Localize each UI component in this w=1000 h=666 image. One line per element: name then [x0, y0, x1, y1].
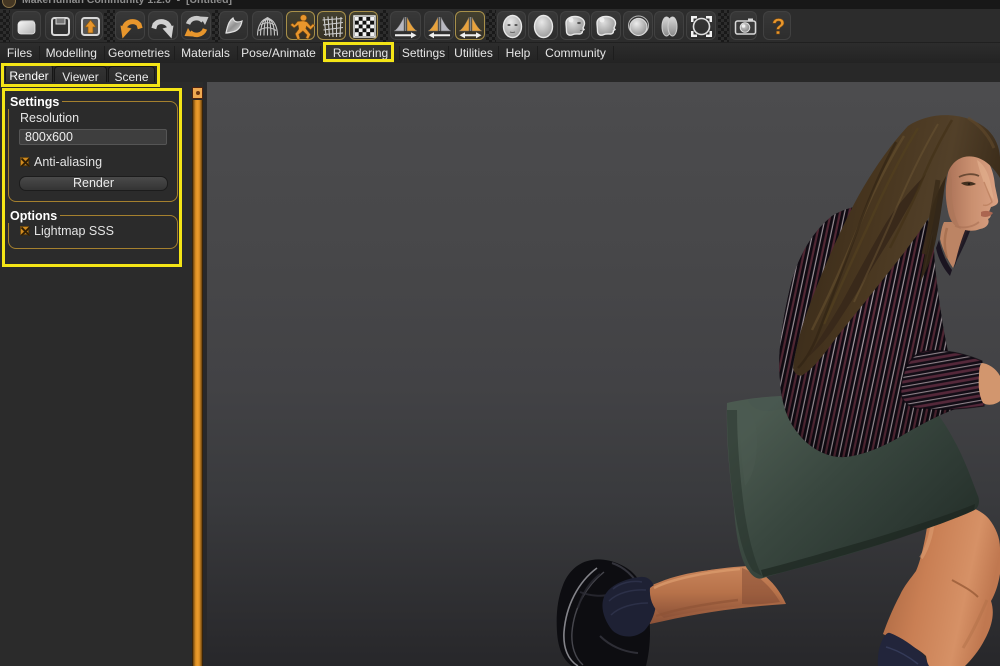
svg-text:?: ? — [771, 14, 784, 39]
